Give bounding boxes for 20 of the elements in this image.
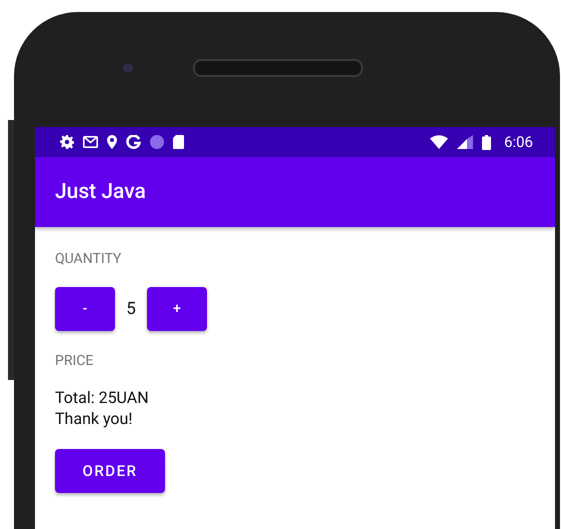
increment-button[interactable]: + bbox=[147, 287, 207, 331]
g-letter-icon bbox=[126, 134, 141, 150]
signal-icon bbox=[457, 135, 474, 149]
mail-icon bbox=[83, 136, 98, 148]
order-button[interactable]: ORDER bbox=[55, 449, 165, 493]
circle-icon bbox=[150, 135, 164, 149]
camera-icon bbox=[123, 62, 133, 72]
gear-icon bbox=[60, 135, 74, 149]
quantity-value: 5 bbox=[125, 299, 137, 319]
location-pin-icon bbox=[107, 135, 117, 149]
battery-icon bbox=[482, 134, 492, 150]
status-time: 6:06 bbox=[504, 133, 533, 151]
order-summary-line: Thank you! bbox=[55, 408, 134, 429]
price-label: PRICE bbox=[55, 353, 94, 369]
quantity-label: QUANTITY bbox=[55, 251, 122, 267]
wifi-icon bbox=[430, 135, 448, 149]
decrement-button[interactable]: - bbox=[55, 287, 115, 331]
app-title: Just Java bbox=[55, 180, 146, 204]
sd-card-icon bbox=[173, 135, 184, 149]
order-summary-line: Total: 25UAN bbox=[55, 387, 150, 408]
